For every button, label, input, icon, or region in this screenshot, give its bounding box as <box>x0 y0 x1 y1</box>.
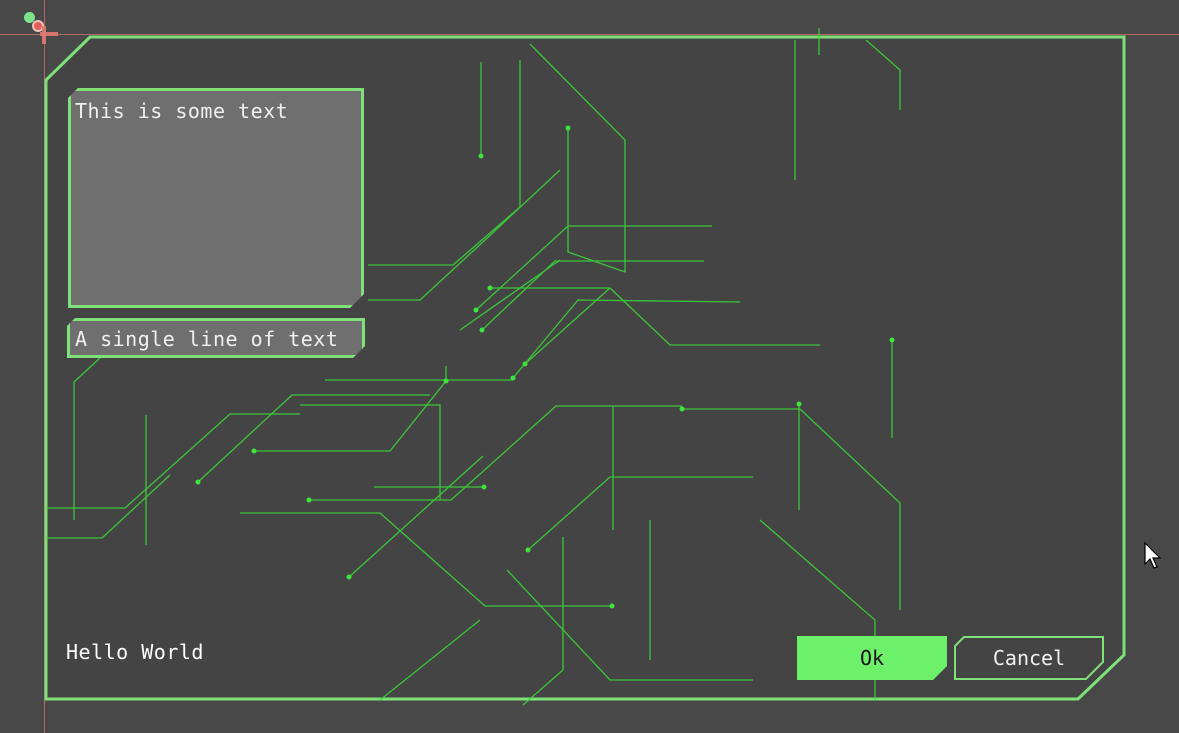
ok-button[interactable]: Ok <box>797 636 947 680</box>
ok-button-label: Ok <box>859 646 885 670</box>
multiline-text-content: This is some text <box>75 99 289 123</box>
mouse-cursor-icon <box>1144 542 1162 569</box>
cancel-button[interactable]: Cancel <box>954 636 1104 680</box>
single-line-text-value: A single line of text <box>75 327 339 351</box>
single-line-text-field[interactable]: A single line of text <box>67 318 365 358</box>
cancel-button-label: Cancel <box>992 646 1066 670</box>
multiline-text-box[interactable]: This is some text <box>68 88 364 308</box>
hello-world-label: Hello World <box>66 640 204 664</box>
